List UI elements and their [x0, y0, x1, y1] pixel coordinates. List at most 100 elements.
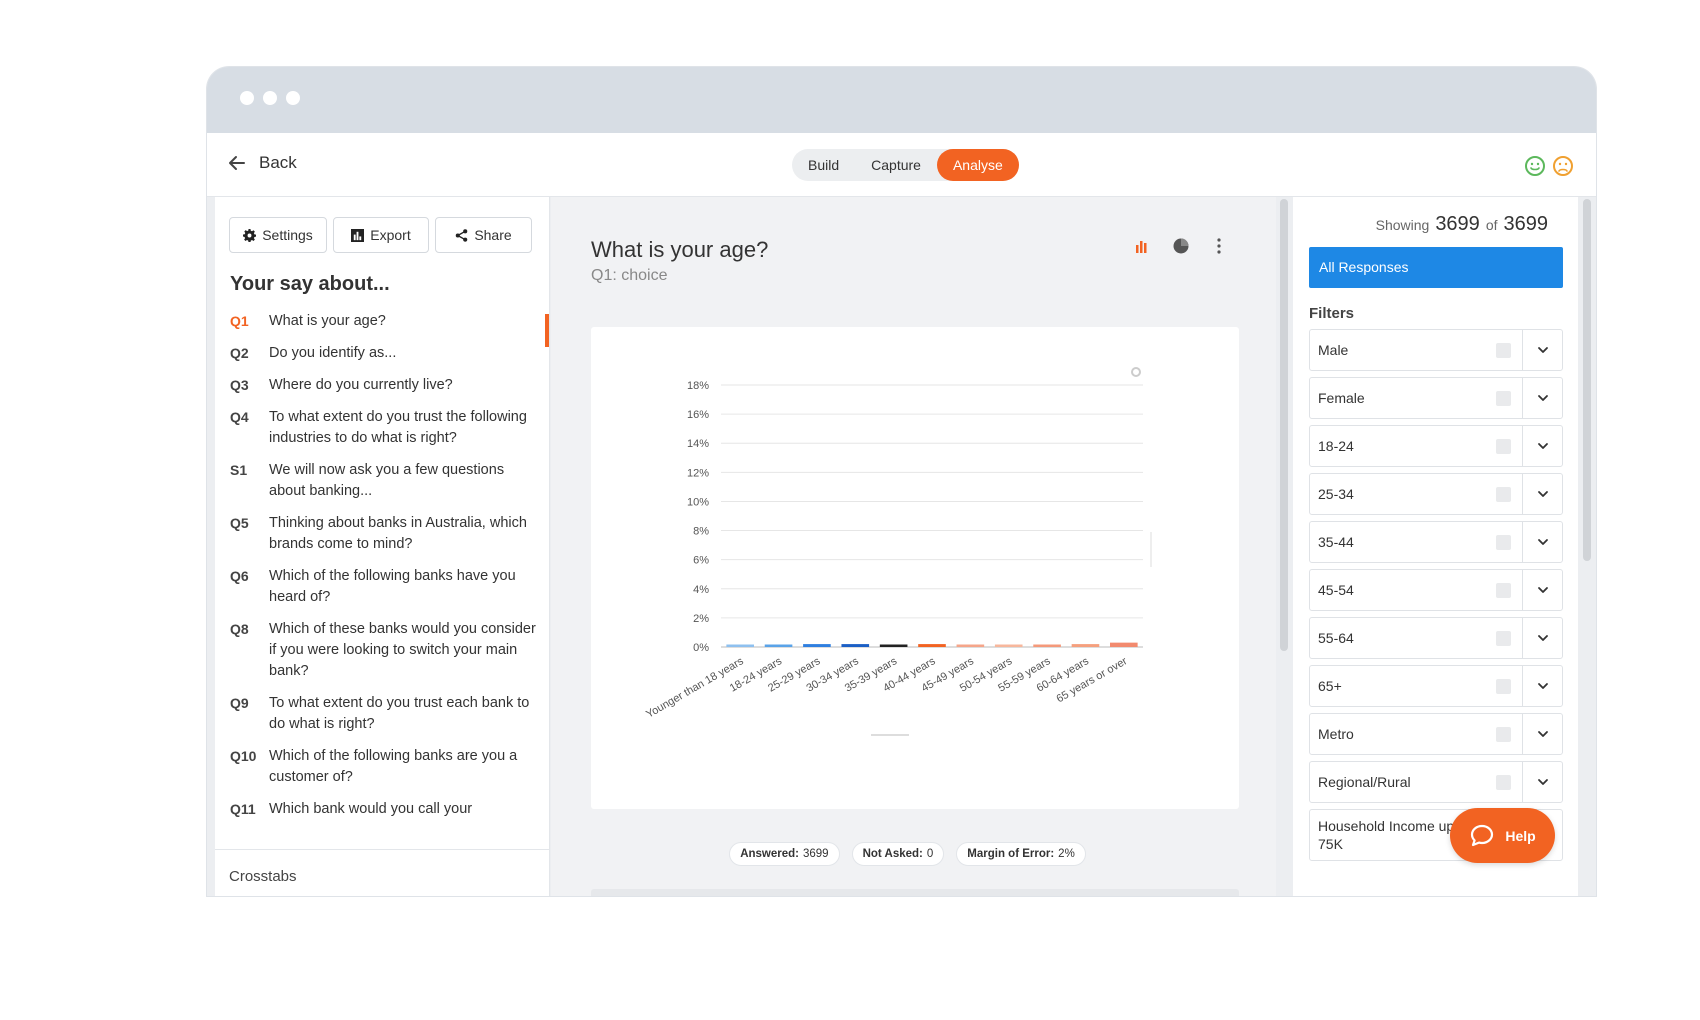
share-icon: [456, 228, 468, 242]
filter-checkbox[interactable]: [1496, 534, 1511, 550]
chart-toolbar: [1134, 237, 1228, 255]
y-tick-label: 18%: [687, 380, 709, 392]
chevron-down-icon: [1537, 731, 1548, 737]
all-responses-button[interactable]: All Responses: [1309, 247, 1563, 288]
filter-checkbox[interactable]: [1496, 582, 1511, 598]
question-item-q6[interactable]: Q6 Which of the following banks have you …: [230, 566, 542, 608]
filter-row[interactable]: 55-64: [1309, 617, 1563, 659]
margin-of-error-value: 2%: [1058, 848, 1075, 860]
help-button[interactable]: Help: [1450, 808, 1555, 863]
sad-face-icon[interactable]: [1552, 155, 1574, 177]
window-dot: [263, 91, 277, 105]
chevron-down-icon: [1537, 443, 1548, 449]
filter-dropdown-toggle[interactable]: [1522, 570, 1562, 610]
happy-face-icon[interactable]: [1524, 155, 1546, 177]
filter-checkbox[interactable]: [1496, 390, 1511, 406]
filter-row[interactable]: 18-24: [1309, 425, 1563, 467]
question-text: What is your age?: [269, 313, 386, 329]
filter-checkbox[interactable]: [1496, 438, 1511, 454]
chat-bubble-icon: [1471, 824, 1494, 846]
tab-build[interactable]: Build: [792, 149, 855, 181]
filter-dropdown-toggle[interactable]: [1522, 666, 1562, 706]
filter-row[interactable]: 35-44: [1309, 521, 1563, 563]
filter-row[interactable]: Female: [1309, 377, 1563, 419]
chevron-down-icon: [1537, 395, 1548, 401]
filter-dropdown-toggle[interactable]: [1522, 762, 1562, 802]
question-item-q9[interactable]: Q9 To what extent do you trust each bank …: [230, 693, 542, 735]
question-text: Which of these banks would you consider …: [269, 621, 536, 679]
filter-checkbox[interactable]: [1496, 726, 1511, 742]
question-item-q4[interactable]: Q4 To what extent do you trust the follow…: [230, 407, 542, 449]
filter-row[interactable]: Metro: [1309, 713, 1563, 755]
arrow-left-icon: [229, 156, 245, 170]
tab-capture[interactable]: Capture: [855, 149, 937, 181]
question-item-q3[interactable]: Q3 Where do you currently live?: [230, 375, 542, 396]
sidebar-heading: Your say about...: [230, 273, 390, 295]
chevron-down-icon: [1537, 491, 1548, 497]
filter-dropdown-toggle[interactable]: [1522, 714, 1562, 754]
filter-dropdown-toggle[interactable]: [1522, 426, 1562, 466]
filter-dropdown-toggle[interactable]: [1522, 378, 1562, 418]
center-scrollbar[interactable]: [1280, 199, 1288, 651]
right-scrollbar[interactable]: [1583, 199, 1591, 561]
filter-row[interactable]: 25-34: [1309, 473, 1563, 515]
question-item-q10[interactable]: Q10 Which of the following banks are you …: [230, 746, 542, 788]
filter-row[interactable]: 45-54: [1309, 569, 1563, 611]
filter-dropdown-toggle[interactable]: [1522, 330, 1562, 370]
y-tick-label: 2%: [693, 613, 709, 625]
filter-label: Male: [1318, 342, 1349, 358]
filter-label: 55-64: [1318, 630, 1354, 646]
filter-row[interactable]: 65+: [1309, 665, 1563, 707]
more-vertical-icon[interactable]: [1210, 237, 1228, 255]
chevron-down-icon: [1537, 587, 1548, 593]
chart-bar: [1110, 642, 1138, 647]
question-item-q11[interactable]: Q11 Which bank would you call your: [230, 799, 542, 820]
browser-window: Back Build Capture Analyse Settings Expo…: [207, 67, 1596, 896]
filter-dropdown-toggle[interactable]: [1522, 522, 1562, 562]
chart-gear-icon: [1131, 367, 1141, 377]
filter-checkbox[interactable]: [1496, 630, 1511, 646]
filter-dropdown-toggle[interactable]: [1522, 618, 1562, 658]
filters-heading: Filters: [1309, 305, 1355, 322]
filter-label: 18-24: [1318, 438, 1354, 454]
question-item-q5[interactable]: Q5 Thinking about banks in Australia, whi…: [230, 513, 542, 555]
filter-checkbox[interactable]: [1496, 678, 1511, 694]
active-question-indicator: [545, 314, 549, 347]
filter-panel: Showing 3699 of 3699 All Responses Filte…: [1293, 197, 1578, 896]
filter-row[interactable]: Regional/Rural: [1309, 761, 1563, 803]
question-text: To what extent do you trust the followin…: [269, 409, 527, 446]
tab-analyse[interactable]: Analyse: [936, 149, 1019, 181]
back-label: Back: [259, 153, 297, 172]
filter-checkbox[interactable]: [1496, 342, 1511, 358]
question-text: Which bank would you call your: [269, 801, 473, 817]
question-item-q1[interactable]: Q1 What is your age?: [230, 311, 542, 332]
crosstabs-link[interactable]: Crosstabs: [215, 849, 549, 896]
question-number: Q10: [230, 748, 257, 764]
chevron-down-icon: [1537, 683, 1548, 689]
bar-chart-icon[interactable]: [1134, 237, 1152, 255]
settings-button[interactable]: Settings: [229, 217, 327, 253]
filter-checkbox[interactable]: [1496, 774, 1511, 790]
filter-checkbox[interactable]: [1496, 486, 1511, 502]
question-item-q2[interactable]: Q2 Do you identify as...: [230, 343, 542, 364]
not-asked-stat: Not Asked: 0: [851, 842, 945, 866]
next-card-edge: [591, 889, 1239, 896]
question-number: Q1: [230, 313, 249, 329]
export-button[interactable]: Export: [333, 217, 429, 253]
answered-stat: Answered: 3699: [729, 842, 840, 866]
chart-bar: [803, 644, 831, 647]
chevron-down-icon: [1537, 347, 1548, 353]
filter-row[interactable]: Male: [1309, 329, 1563, 371]
chevron-down-icon: [1537, 779, 1548, 785]
export-label: Export: [370, 227, 411, 243]
question-item-q8[interactable]: Q8 Which of these banks would you conside…: [230, 619, 542, 682]
pie-chart-icon[interactable]: [1172, 237, 1190, 255]
question-item-s1[interactable]: S1 We will now ask you a few questions ab…: [230, 460, 542, 502]
filter-label: Metro: [1318, 726, 1354, 742]
filter-label: 65+: [1318, 678, 1342, 694]
back-button[interactable]: Back: [227, 153, 297, 173]
margin-of-error-stat: Margin of Error: 2%: [956, 842, 1086, 866]
filter-dropdown-toggle[interactable]: [1522, 474, 1562, 514]
share-button[interactable]: Share: [435, 217, 532, 253]
y-tick-label: 16%: [687, 409, 709, 421]
